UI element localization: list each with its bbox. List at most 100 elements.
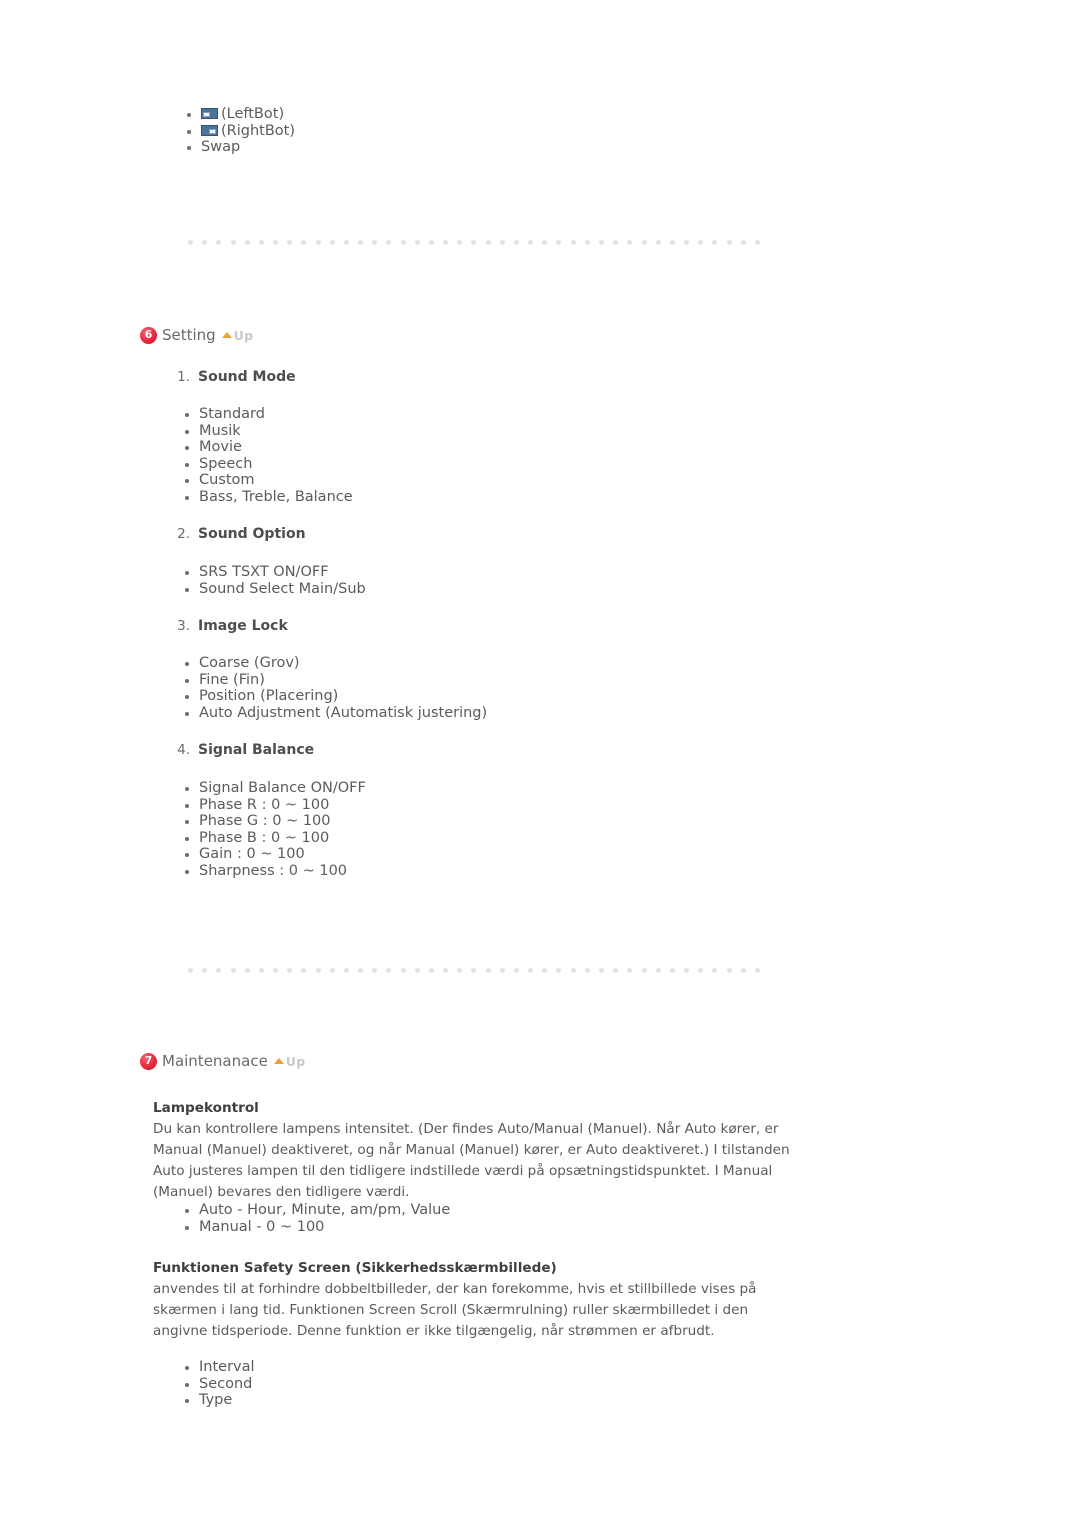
list-item: Auto Adjustment (Automatisk justering) (183, 705, 487, 722)
list-item-label: Type (199, 1392, 233, 1409)
item-title: Sound Mode (198, 369, 296, 385)
separator-dot (570, 967, 576, 973)
separator-dot (726, 239, 732, 245)
separator-dot (400, 239, 406, 245)
separator-dot (372, 239, 378, 245)
separator-dot (443, 239, 449, 245)
list-item: Gain : 0 ~ 100 (183, 846, 366, 863)
section-number-badge: 7 (140, 1052, 157, 1070)
separator-dot (740, 239, 746, 245)
item-title: Signal Balance (198, 742, 315, 758)
list-item-label: SRS TSXT ON/OFF (199, 564, 329, 580)
separator-dot (471, 967, 477, 973)
lampekontrol-list: Auto - Hour, Minute, am/pm, Value Manual… (183, 1202, 450, 1235)
caret-up-icon (221, 332, 232, 338)
separator-dot (443, 967, 449, 973)
document-page: (LeftBot) (RightBot) Swap 6 Setting Up 1… (0, 0, 1080, 1528)
list-item-label: Gain : 0 ~ 100 (199, 846, 305, 863)
separator-dot (258, 967, 264, 973)
separator-dot (598, 967, 604, 973)
separator-dot (315, 239, 321, 245)
separator-dot (485, 239, 491, 245)
list-item: Coarse (Grov) (183, 655, 487, 672)
list-item-label: Position (Placering) (199, 688, 339, 705)
list-item-label: (RightBot) (221, 122, 296, 139)
separator-dot (301, 239, 307, 245)
list-item: Swap (185, 139, 295, 156)
list-item: Type (183, 1392, 255, 1409)
separator-dot (301, 967, 307, 973)
list-item: Fine (Fin) (183, 672, 487, 689)
list-item: (RightBot) (185, 123, 295, 140)
separator-dot (542, 967, 548, 973)
separator-dot (273, 967, 279, 973)
separator-dot (641, 967, 647, 973)
separator-dot (726, 967, 732, 973)
separator-dot (613, 967, 619, 973)
list-item-label: Signal Balance ON/OFF (199, 780, 366, 796)
separator-dot (230, 967, 236, 973)
list-item: Phase R : 0 ~ 100 (183, 797, 366, 814)
list-item-label: Interval (199, 1359, 255, 1375)
separator-dot (627, 967, 633, 973)
separator-dot (329, 239, 335, 245)
list-item-label: Sound Select Main/Sub (199, 580, 366, 597)
section-title: Setting (162, 326, 216, 344)
section-title: Maintenanace (162, 1052, 268, 1070)
image-lock-list: Coarse (Grov) Fine (Fin) Position (Place… (183, 655, 487, 721)
separator-dot (613, 239, 619, 245)
section-header-setting: 6 Setting Up (140, 326, 253, 344)
separator-dot (400, 967, 406, 973)
list-item: Auto - Hour, Minute, am/pm, Value (183, 1202, 450, 1219)
separator-dot (244, 239, 250, 245)
safety-screen-list: Interval Second Type (183, 1359, 255, 1409)
up-link[interactable]: Up (273, 1054, 306, 1069)
separator-dot (457, 239, 463, 245)
section-number-badge: 6 (140, 326, 157, 344)
separator-dot (655, 239, 661, 245)
block-paragraph: Du kan kontrollere lampens intensitet. (… (153, 1121, 790, 1200)
separator-dot (414, 239, 420, 245)
list-item-label: Bass, Treble, Balance (199, 488, 353, 505)
separator-dot (216, 239, 222, 245)
separator-dot (712, 239, 718, 245)
separator-dot (485, 967, 491, 973)
separator-dot (202, 239, 208, 245)
separator-dot (244, 967, 250, 973)
separator-dot (669, 967, 675, 973)
separator-dot (372, 967, 378, 973)
up-link-label: Up (233, 327, 254, 343)
list-item: Movie (183, 439, 353, 456)
list-item-label: Auto - Hour, Minute, am/pm, Value (199, 1202, 451, 1218)
block-heading: Lampekontrol (153, 1100, 259, 1116)
separator-dot (655, 967, 661, 973)
list-item: Phase B : 0 ~ 100 (183, 830, 366, 847)
separator-dot (712, 967, 718, 973)
list-item: SRS TSXT ON/OFF (183, 564, 366, 581)
pip-right-bottom-icon (201, 124, 218, 136)
list-item-label: Coarse (Grov) (199, 655, 300, 671)
dotted-separator (188, 966, 760, 974)
lampekontrol-block: Lampekontrol Du kan kontrollere lampens … (153, 1098, 793, 1203)
separator-dot (556, 967, 562, 973)
list-item-label: Second (199, 1375, 253, 1392)
item-number: 4. (177, 742, 190, 758)
list-item: Second (183, 1376, 255, 1393)
pip-position-list: (LeftBot) (RightBot) Swap (185, 106, 295, 156)
separator-dot (230, 239, 236, 245)
list-item-label: Manual - 0 ~ 100 (199, 1218, 325, 1235)
separator-dot (754, 967, 760, 973)
list-item-label: Swap (201, 139, 241, 156)
separator-dot (457, 967, 463, 973)
separator-dot (584, 239, 590, 245)
separator-dot (598, 239, 604, 245)
list-item: Sound Select Main/Sub (183, 581, 366, 598)
list-item: Manual - 0 ~ 100 (183, 1219, 450, 1236)
separator-dot (414, 967, 420, 973)
caret-up-icon (273, 1058, 284, 1064)
list-item-label: Movie (199, 439, 242, 456)
item-title: Image Lock (198, 618, 288, 634)
up-link[interactable]: Up (221, 327, 254, 343)
list-item-label: Sharpness : 0 ~ 100 (199, 862, 348, 879)
list-item-label: Speech (199, 455, 253, 472)
